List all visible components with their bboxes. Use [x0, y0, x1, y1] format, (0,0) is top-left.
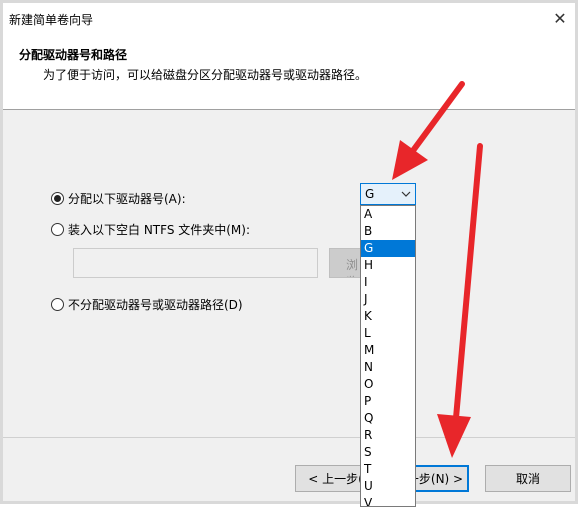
red-arrow-icon: [437, 143, 483, 458]
annotation-arrows: [392, 81, 483, 458]
red-arrow-icon: [392, 81, 465, 180]
